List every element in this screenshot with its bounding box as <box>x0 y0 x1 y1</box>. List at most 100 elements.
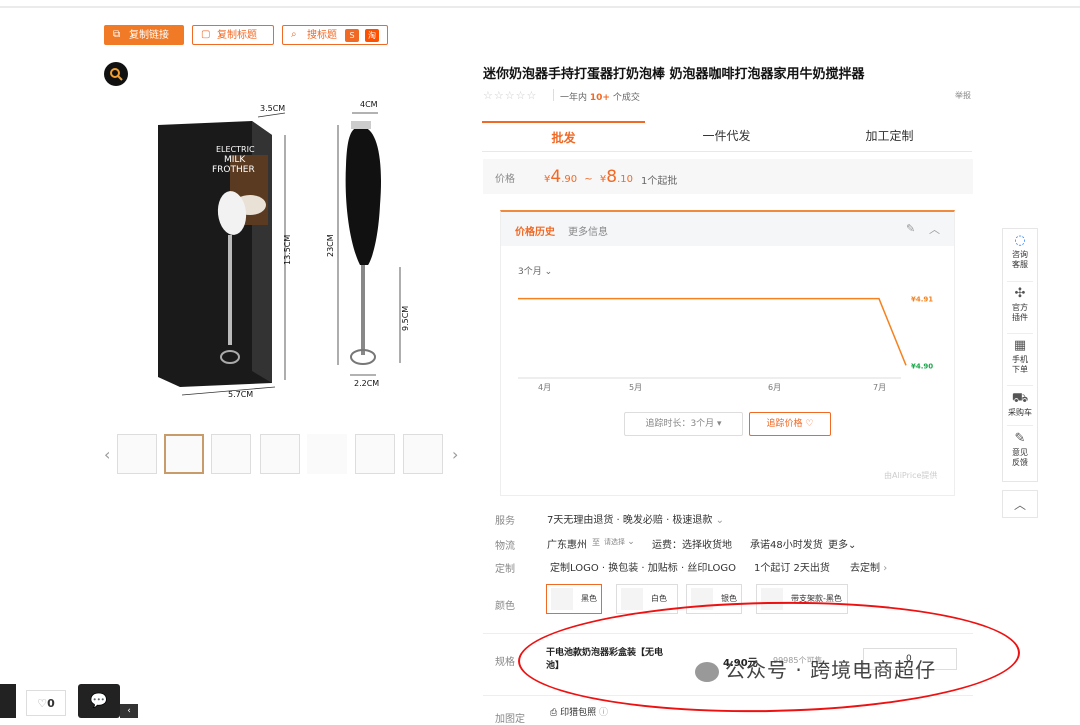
spec-label: 规格 <box>495 657 515 668</box>
sidebar-feedback[interactable]: ✎ 意见 反馈 <box>1003 432 1037 468</box>
swatch-thumbnail <box>621 588 643 610</box>
sidebar-divider <box>1007 333 1033 334</box>
sales-info: 一年内 10+ 个成交 <box>560 93 640 103</box>
heart-icon: ♡ <box>37 697 48 710</box>
custom-options: 定制LOGO · 换包装 · 加贴标 · 丝印LOGO <box>550 563 737 574</box>
service-label: 服务 <box>495 516 515 527</box>
dim-box-depth: 3.5CM <box>260 104 285 113</box>
report-link[interactable]: 举报 <box>955 90 971 101</box>
sidebar-divider <box>1007 425 1033 426</box>
zoom-button[interactable] <box>104 62 128 86</box>
track-duration-select[interactable]: 追踪时长：3个月 ▾ <box>624 412 743 436</box>
custom-moq: 1个起订 2天出货 <box>754 563 830 574</box>
color-label: 颜色 <box>495 601 515 612</box>
qrcode-icon: ▦ <box>1013 338 1027 353</box>
x-tick-label: 5月 <box>629 383 642 392</box>
share-widget[interactable] <box>0 684 16 718</box>
magnifier-icon <box>110 68 123 81</box>
back-to-top-button[interactable]: ︿ <box>1002 490 1038 518</box>
message-icon: 💬 <box>90 693 108 709</box>
copy-title-button[interactable]: ▢ 复制标题 <box>192 25 274 45</box>
track-price-button[interactable]: 追踪价格 ♡ <box>749 412 831 436</box>
tab-dropship[interactable]: 一件代发 <box>645 121 808 151</box>
x-tick-label: 4月 <box>538 383 551 392</box>
thumbnail-2[interactable] <box>164 434 204 474</box>
tab-more-info[interactable]: 更多信息 <box>568 223 608 238</box>
copy-icon: ⧉ <box>113 29 121 40</box>
logistics-label: 物流 <box>495 541 515 552</box>
swatch-thumbnail <box>551 588 573 610</box>
product-title: 迷你奶泡器手持打蛋器打奶泡棒 奶泡器咖啡打泡器家用牛奶搅拌器 <box>483 67 865 82</box>
sidebar-plugin[interactable]: ✣ 官方 插件 <box>1003 287 1037 323</box>
custom-label: 定制 <box>495 564 515 575</box>
x-tick-label: 6月 <box>768 383 781 392</box>
dim-shaft-length: 9.5CM <box>401 306 410 331</box>
puzzle-icon: ✣ <box>1014 286 1026 301</box>
floating-sidebar: ◌ 咨询 客服 ✣ 官方 插件 ▦ 手机 下单 ⛟ 采购车 ✎ 意见 反馈 <box>1002 228 1038 482</box>
thumbnail-6[interactable] <box>355 434 395 474</box>
price-label: 价格 <box>495 174 515 185</box>
watermark: 公众号 · 跨境电商超仔 <box>695 654 936 683</box>
box-brand-line2: MILK <box>224 155 246 165</box>
sidebar-cart[interactable]: ⛟ 采购车 <box>1003 392 1037 418</box>
extra-info[interactable]: ⎙ 印猎包照 ⓘ <box>550 705 608 718</box>
high-price-label: ¥4.91 <box>911 296 933 304</box>
thumbnail-7[interactable] <box>403 434 443 474</box>
copy-link-button[interactable]: ⧉ 复制链接 <box>104 25 184 45</box>
logistics-origin: 广东惠州 <box>547 540 587 551</box>
dim-frother-length: 23CM <box>326 234 335 257</box>
chat-icon: ◌ <box>1014 233 1026 248</box>
thumb-next-arrow[interactable]: › <box>452 445 458 464</box>
search-title-button[interactable]: ⌕ 搜标题 S 淘 <box>282 25 388 45</box>
thumb-prev-arrow[interactable]: ‹ <box>104 445 110 464</box>
destination-select[interactable]: 请选择 ⌄ <box>604 537 635 547</box>
go-custom-link[interactable]: 去定制 › <box>850 559 887 574</box>
min-order: 1个起批 <box>641 176 678 187</box>
taobao-badge: 淘 <box>365 29 379 42</box>
service-text[interactable]: 7天无理由退货 · 晚发必赔 · 极速退款 ⌄ <box>547 511 724 526</box>
logistics-to: 至 <box>592 538 600 547</box>
platform-badge: S <box>345 29 359 42</box>
print-icon: ⎙ <box>550 708 558 718</box>
sidebar-divider <box>1007 385 1033 386</box>
edit-icon[interactable]: ✎ <box>906 222 915 235</box>
collapse-arrow-icon[interactable]: ‹ <box>120 704 138 718</box>
divider <box>553 89 554 101</box>
price-history-chart: 4月 5月 6月 7月 ¥4.91 ¥4.90 <box>518 296 933 392</box>
dim-box-height: 13.5CM <box>283 235 292 265</box>
freight-info: 运费：选择收货地 <box>652 540 732 551</box>
mode-tabs: 批发 一件代发 加工定制 <box>482 121 972 152</box>
thumbnail-1[interactable] <box>117 434 157 474</box>
collapse-chevron-icon[interactable]: ︿ <box>929 221 940 237</box>
chat-widget-button[interactable]: 💬 <box>78 684 120 718</box>
box-brand-line3: FROTHER <box>212 165 255 175</box>
thumbnail-5[interactable] <box>307 434 347 474</box>
wechat-icon <box>695 661 719 682</box>
price-history-panel: 价格历史 更多信息 ✎ ︿ 3个月 ⌄ 4月 5月 6月 7月 ¥4.91 ¥4.90 追… <box>500 210 955 496</box>
thumbnail-4[interactable] <box>260 434 300 474</box>
color-option-black[interactable]: 黑色 <box>546 584 602 614</box>
price-bar: 价格 ¥4.90 ~ ¥8.10 1个起批 <box>483 159 973 194</box>
thumbnail-3[interactable] <box>211 434 251 474</box>
ship-promise: 承诺48小时发货 <box>750 540 823 551</box>
logistics-more[interactable]: 更多⌄ <box>828 536 856 551</box>
feedback-icon: ✎ <box>1014 431 1026 446</box>
price-range: ¥4.90 ~ ¥8.10 <box>544 167 633 187</box>
favorite-button[interactable]: ♡0 <box>26 690 66 716</box>
provider-label: 由AliPrice提供 <box>884 471 938 480</box>
top-divider <box>0 6 1080 8</box>
tab-price-history[interactable]: 价格历史 <box>515 223 555 238</box>
sidebar-support[interactable]: ◌ 咨询 客服 <box>1003 234 1037 270</box>
x-tick-label: 7月 <box>873 383 886 392</box>
product-main-image[interactable]: ELECTRIC MILK FROTHER 3.5CM 13.5CM 5.7CM… <box>140 95 430 405</box>
box-brand-line1: ELECTRIC <box>216 145 255 154</box>
dim-frother-width: 4CM <box>360 100 378 109</box>
low-price-label: ¥4.90 <box>911 362 933 370</box>
sidebar-mobile-order[interactable]: ▦ 手机 下单 <box>1003 339 1037 375</box>
tab-wholesale[interactable]: 批发 <box>482 121 645 151</box>
tab-custom[interactable]: 加工定制 <box>808 121 971 151</box>
rating-stars: ☆☆☆☆☆ <box>483 89 538 102</box>
price-series-line <box>518 297 907 366</box>
search-icon: ⌕ <box>291 29 297 40</box>
dim-box-width: 5.7CM <box>228 390 253 399</box>
